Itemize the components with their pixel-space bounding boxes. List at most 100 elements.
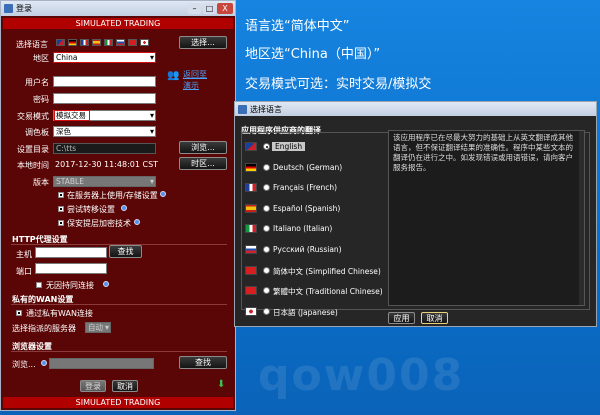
- flag-italy-icon: [104, 39, 113, 46]
- local-time-label: 本地时间: [17, 161, 49, 170]
- maximize-button[interactable]: □: [203, 3, 216, 14]
- language-option-label: Español (Spanish): [273, 203, 341, 213]
- password-input[interactable]: [53, 93, 156, 104]
- language-option-france[interactable]: Français (French): [245, 181, 385, 195]
- language-option-china[interactable]: 简体中文 (Simplified Chinese): [245, 264, 385, 278]
- no-timeout-checkbox[interactable]: [36, 282, 42, 288]
- disclaimer-scrollbar[interactable]: [579, 131, 584, 305]
- annotation-line-2: 地区选“China（中国）”: [245, 47, 381, 62]
- flag-spain-icon: [92, 39, 101, 46]
- flag-france-icon: [80, 39, 89, 46]
- proxy-find-button[interactable]: 查找: [109, 245, 142, 258]
- port-input[interactable]: [35, 263, 107, 274]
- language-option-label: Deutsch (German): [273, 162, 343, 172]
- autoload-info-icon[interactable]: [121, 205, 127, 211]
- browser-input[interactable]: [49, 358, 154, 369]
- flag-uk-icon: [56, 39, 65, 46]
- back-to-demo-link[interactable]: 返回至: [183, 69, 207, 80]
- language-option-italy[interactable]: Italiano (Italian): [245, 222, 385, 236]
- flag-china-icon: [245, 265, 257, 275]
- dialog-app-icon: [238, 105, 247, 114]
- wan-divider: [11, 304, 227, 305]
- language-radio[interactable]: [263, 246, 270, 253]
- local-time-value: 2017-12-30 11:48:01 CST: [55, 160, 159, 169]
- language-radio[interactable]: [263, 287, 270, 295]
- flag-taiwan-icon: [245, 286, 257, 296]
- flag-italy-icon: [245, 224, 257, 234]
- language-dialog-title: 选择语言: [250, 105, 282, 114]
- translation-disclaimer-text: 该应用程序已在尽最大努力的基础上从英文翻译成其他语言，但不保证翻译结果的准确性。…: [393, 133, 573, 172]
- language-option-japan[interactable]: 日本語 (Japanese): [245, 305, 385, 319]
- dialog-cancel-button[interactable]: 取消: [421, 312, 448, 324]
- language-option-label: 简体中文 (Simplified Chinese): [273, 266, 381, 276]
- users-icon[interactable]: 👥: [167, 70, 179, 81]
- login-button[interactable]: 登录: [80, 380, 106, 392]
- language-radio[interactable]: [263, 163, 270, 171]
- language-option-label: 繁體中文 (Traditional Chinese): [273, 287, 383, 297]
- encrypt-label: 保安提层加密技术: [67, 219, 131, 228]
- language-label: 选择语言: [16, 40, 48, 49]
- browse-button[interactable]: 浏览...: [179, 141, 227, 154]
- palette-select[interactable]: 深色: [53, 126, 156, 137]
- server-storage-checkbox[interactable]: [58, 192, 64, 198]
- language-option-uk[interactable]: English: [245, 140, 385, 154]
- encrypt-info-icon[interactable]: [134, 219, 140, 225]
- language-dialog: 选择语言 应用程序供应商的翻译 English Deutsch (German) F…: [234, 101, 597, 327]
- flag-japan-icon: [140, 39, 149, 46]
- language-option-russia[interactable]: Русский (Russian): [245, 243, 385, 257]
- server-select[interactable]: 自动: [85, 322, 111, 333]
- port-label: 端口: [16, 267, 32, 276]
- version-label: 版本: [33, 178, 49, 187]
- browser-info-icon[interactable]: [41, 360, 47, 366]
- language-radio[interactable]: [263, 225, 270, 233]
- settings-dir-input[interactable]: C:\tts: [53, 143, 156, 154]
- host-input[interactable]: [35, 247, 107, 258]
- close-button[interactable]: X: [217, 3, 233, 14]
- language-option-label: Русский (Russian): [273, 245, 342, 254]
- minimize-button[interactable]: –: [188, 3, 201, 14]
- browser-browse-label: 浏览...: [12, 360, 36, 369]
- server-storage-label: 在服务器上使用/存储设置: [67, 191, 158, 200]
- app-icon: [4, 4, 13, 13]
- username-input[interactable]: [53, 76, 156, 87]
- autoload-label: 尝试转移设置: [67, 205, 115, 214]
- login-titlebar[interactable]: 登录 – □ X: [1, 1, 235, 16]
- server-label: 选择指派的服务器: [12, 324, 76, 333]
- username-label: 用户名: [25, 78, 49, 87]
- language-radio[interactable]: [263, 143, 270, 150]
- autoload-checkbox[interactable]: [58, 206, 64, 212]
- login-window: 登录 – □ X SIMULATED TRADING 选择语言 选择... 地区…: [0, 0, 236, 411]
- server-storage-info-icon[interactable]: [160, 191, 166, 197]
- host-label: 主机: [16, 250, 32, 259]
- timezone-button[interactable]: 时区...: [179, 157, 227, 170]
- login-title: 登录: [16, 4, 32, 13]
- encrypt-checkbox[interactable]: [58, 220, 64, 226]
- language-option-germany[interactable]: Deutsch (German): [245, 161, 385, 175]
- browser-find-button[interactable]: 查找: [179, 356, 227, 369]
- version-select[interactable]: STABLE: [53, 176, 156, 187]
- apply-button[interactable]: 应用: [388, 312, 415, 324]
- language-radio[interactable]: [263, 307, 270, 315]
- flag-russia-icon: [245, 245, 257, 254]
- settings-dir-label: 设置目录: [17, 145, 49, 154]
- language-radio[interactable]: [263, 204, 270, 212]
- language-radio[interactable]: [263, 184, 270, 192]
- simulated-trading-banner-bottom: SIMULATED TRADING: [3, 397, 233, 408]
- expand-arrow-icon[interactable]: ⬇: [217, 379, 225, 390]
- region-select[interactable]: China: [53, 52, 156, 63]
- flag-china-icon: [128, 39, 137, 46]
- demo-link[interactable]: 演示: [183, 80, 199, 91]
- no-timeout-info-icon[interactable]: [103, 281, 109, 287]
- flag-germany-icon: [245, 162, 257, 172]
- choose-language-button[interactable]: 选择...: [179, 36, 227, 49]
- language-option-label: Italiano (Italian): [273, 224, 333, 234]
- language-option-spain[interactable]: Español (Spanish): [245, 202, 385, 216]
- wan-checkbox[interactable]: [16, 310, 22, 316]
- language-option-taiwan[interactable]: 繁體中文 (Traditional Chinese): [245, 284, 385, 298]
- language-dialog-titlebar[interactable]: 选择语言: [235, 102, 596, 116]
- language-radio[interactable]: [263, 266, 270, 274]
- watermark: qow008: [258, 350, 465, 401]
- password-label: 密码: [33, 95, 49, 104]
- language-option-label: English: [272, 142, 306, 151]
- cancel-button[interactable]: 取消: [112, 380, 138, 392]
